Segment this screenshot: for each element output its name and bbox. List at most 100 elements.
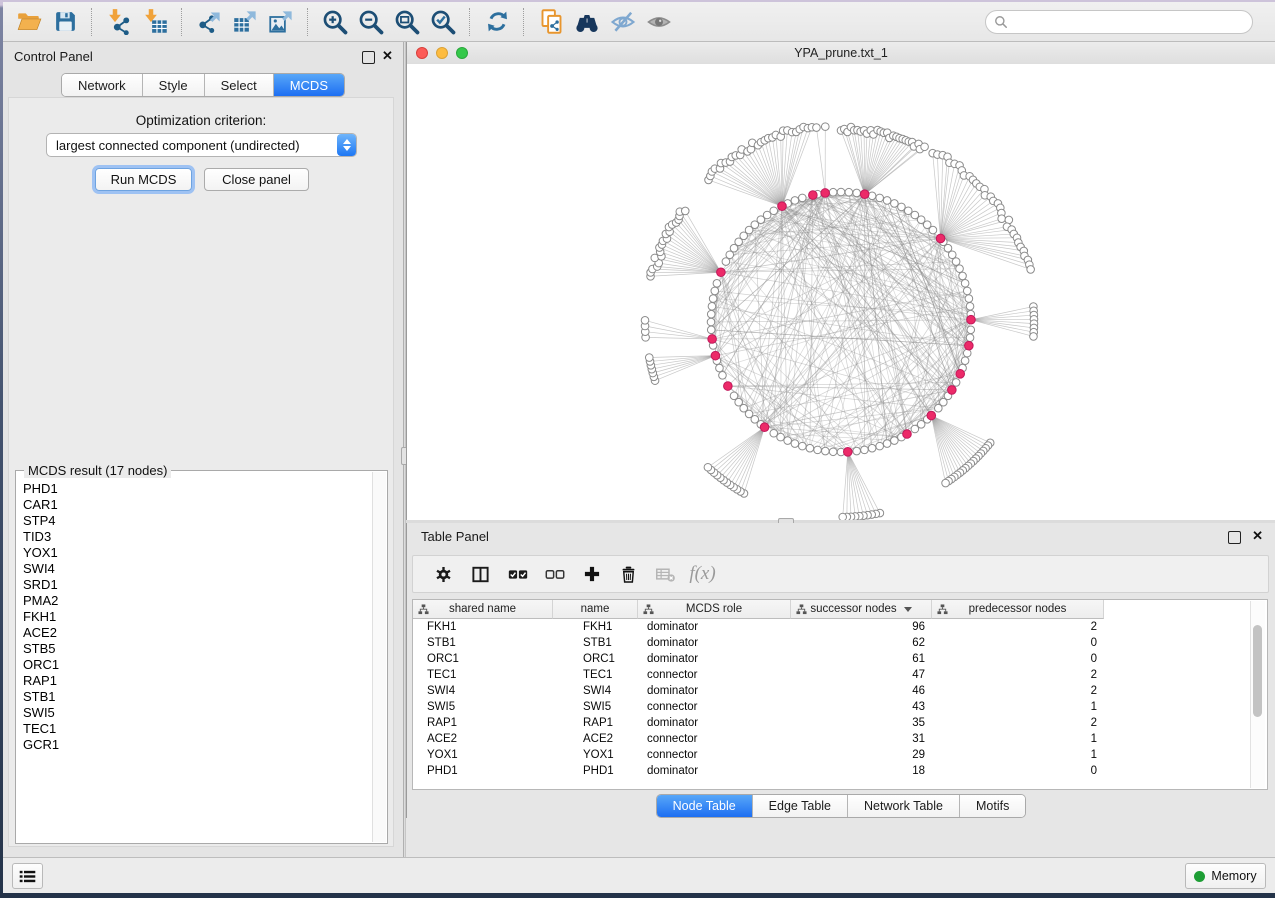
search-box [985, 10, 1253, 34]
column-header-predecessor-nodes[interactable]: predecessor nodes [932, 600, 1104, 619]
close-panel-button[interactable]: Close panel [204, 168, 309, 191]
show-columns-button[interactable] [462, 559, 499, 589]
table-panel-float-button[interactable] [1228, 531, 1241, 544]
import-network-button[interactable] [101, 6, 137, 38]
table-row[interactable]: SWI4SWI4dominator462 [413, 683, 1267, 699]
mcds-result-node[interactable]: PHD1 [18, 481, 372, 497]
cell-mcds_role: connector [638, 731, 791, 747]
cell-predecessor_nodes: 0 [932, 651, 1104, 667]
refresh-layout-button[interactable] [479, 6, 515, 38]
table-row[interactable]: STB1STB1dominator620 [413, 635, 1267, 651]
clear-all-checkboxes-button[interactable] [536, 559, 573, 589]
zoom-in-button[interactable] [317, 6, 353, 38]
mcds-result-node[interactable]: TID3 [18, 529, 372, 545]
cell-mcds_role: dominator [638, 683, 791, 699]
zoom-out-button[interactable] [353, 6, 389, 38]
mcds-result-node[interactable]: SRD1 [18, 577, 372, 593]
cell-mcds_role: dominator [638, 619, 791, 635]
mcds-result-list: PHD1CAR1STP4TID3YOX1SWI4SRD1PMA2FKH1ACE2… [18, 481, 372, 841]
table-toolbar: f(x) [412, 555, 1269, 593]
column-header-successor-nodes[interactable]: successor nodes [791, 600, 932, 619]
mcds-result-node[interactable]: SWI5 [18, 705, 372, 721]
cell-shared_name: FKH1 [413, 619, 553, 635]
tab-network[interactable]: Network [62, 74, 143, 96]
status-bar: Memory [3, 857, 1275, 893]
table-row[interactable]: ORC1ORC1dominator610 [413, 651, 1267, 667]
cell-name: PHD1 [553, 763, 638, 779]
create-column-button[interactable] [573, 559, 610, 589]
select-all-checkboxes-button[interactable] [499, 559, 536, 589]
mcds-result-node[interactable]: GCR1 [18, 737, 372, 753]
table-row[interactable]: TEC1TEC1connector472 [413, 667, 1267, 683]
save-session-button[interactable] [47, 6, 83, 38]
table-scrollbar[interactable] [1250, 601, 1265, 788]
import-table-button[interactable] [137, 6, 173, 38]
run-mcds-button[interactable]: Run MCDS [95, 168, 192, 191]
cell-shared_name: SWI5 [413, 699, 553, 715]
mcds-result-node[interactable]: PMA2 [18, 593, 372, 609]
cell-predecessor_nodes: 1 [932, 747, 1104, 763]
table-row[interactable]: RAP1RAP1dominator352 [413, 715, 1267, 731]
toolbar-separator [181, 8, 183, 36]
zoom-selected-button[interactable] [425, 6, 461, 38]
mcds-result-node[interactable]: STB5 [18, 641, 372, 657]
main-toolbar [3, 2, 1275, 42]
mcds-result-node[interactable]: STP4 [18, 513, 372, 529]
search-input[interactable] [1013, 14, 1252, 30]
table-row[interactable]: PHD1PHD1dominator180 [413, 763, 1267, 779]
export-table-button[interactable] [227, 6, 263, 38]
column-header-MCDS-role[interactable]: MCDS role [638, 600, 791, 619]
cell-name: SWI5 [553, 699, 638, 715]
table-row[interactable]: YOX1YOX1connector291 [413, 747, 1267, 763]
show-all-button[interactable] [641, 6, 677, 38]
tab-motifs[interactable]: Motifs [960, 795, 1025, 817]
mcds-result-node[interactable]: YOX1 [18, 545, 372, 561]
cell-mcds_role: connector [638, 667, 791, 683]
control-panel-tabs: NetworkStyleSelectMCDS [3, 73, 403, 97]
zoom-fit-button[interactable] [389, 6, 425, 38]
tab-edge-table[interactable]: Edge Table [753, 795, 848, 817]
control-panel-close-button[interactable]: ✕ [382, 49, 393, 63]
search-binoculars-button[interactable] [569, 6, 605, 38]
mcds-result-node[interactable]: CAR1 [18, 497, 372, 513]
memory-button[interactable]: Memory [1185, 863, 1266, 889]
export-image-button[interactable] [263, 6, 299, 38]
tab-node-table[interactable]: Node Table [657, 795, 753, 817]
mcds-result-node[interactable]: SWI4 [18, 561, 372, 577]
table-settings-button[interactable] [425, 559, 462, 589]
mcds-result-scrollbar[interactable] [372, 472, 386, 842]
mcds-result-node[interactable]: STB1 [18, 689, 372, 705]
mcds-result-node[interactable]: RAP1 [18, 673, 372, 689]
tab-select[interactable]: Select [205, 74, 274, 96]
table-panel-close-button[interactable]: ✕ [1252, 529, 1263, 543]
network-canvas[interactable] [407, 64, 1275, 560]
criterion-select[interactable]: largest connected component (undirected) [46, 133, 357, 157]
table-row[interactable]: SWI5SWI5connector431 [413, 699, 1267, 715]
mcds-result-node[interactable]: ORC1 [18, 657, 372, 673]
table-scrollbar-thumb[interactable] [1253, 625, 1262, 717]
control-panel-float-button[interactable] [362, 51, 375, 64]
mcds-result-node[interactable]: ACE2 [18, 625, 372, 641]
column-header-shared-name[interactable]: shared name [413, 600, 553, 619]
cell-mcds_role: dominator [638, 715, 791, 731]
select-stepper-icon [337, 134, 356, 156]
clone-network-button[interactable] [533, 6, 569, 38]
table-row[interactable]: FKH1FKH1dominator962 [413, 619, 1267, 635]
hide-selected-button[interactable] [605, 6, 641, 38]
tab-mcds[interactable]: MCDS [274, 74, 344, 96]
tab-style[interactable]: Style [143, 74, 205, 96]
network-window-titlebar[interactable]: YPA_prune.txt_1 [407, 42, 1275, 65]
task-history-button[interactable] [12, 863, 43, 889]
column-header-label: successor nodes [810, 603, 896, 615]
mcds-result-node[interactable]: FKH1 [18, 609, 372, 625]
zoom-out-icon [357, 8, 385, 36]
export-network-button[interactable] [191, 6, 227, 38]
cell-successor_nodes: 61 [791, 651, 932, 667]
column-header-name[interactable]: name [553, 600, 638, 619]
mcds-result-node[interactable]: TEC1 [18, 721, 372, 737]
mcds-tab-content: Optimization criterion: largest connecte… [8, 97, 394, 847]
delete-column-button[interactable] [610, 559, 647, 589]
table-row[interactable]: ACE2ACE2connector311 [413, 731, 1267, 747]
open-session-button[interactable] [11, 6, 47, 38]
tab-network-table[interactable]: Network Table [848, 795, 960, 817]
